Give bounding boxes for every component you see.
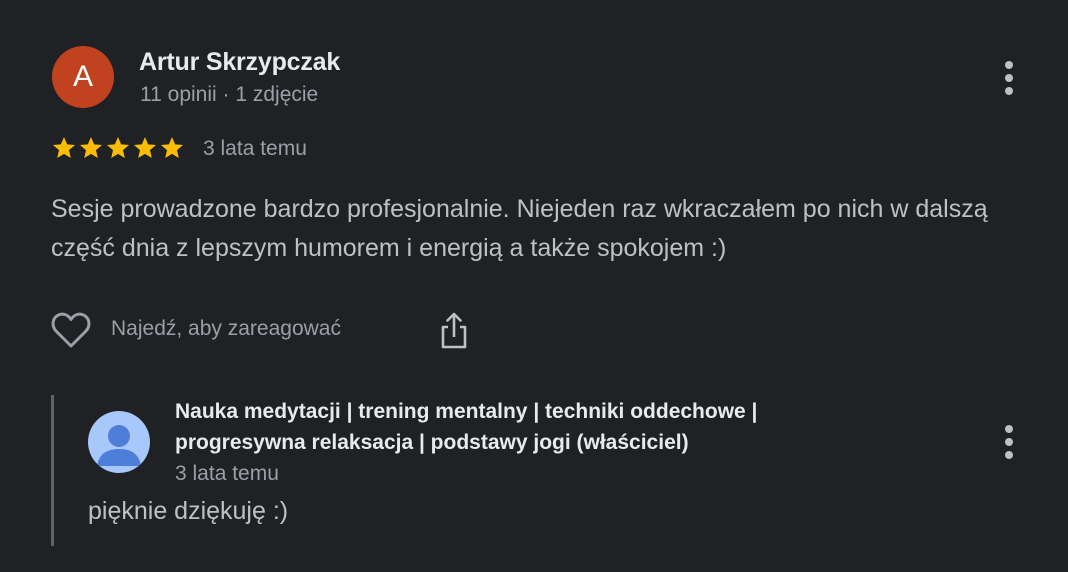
- reply-time: 3 lata temu: [175, 462, 279, 485]
- share-button[interactable]: [438, 310, 470, 350]
- reply-more-button[interactable]: [997, 422, 1021, 462]
- author-avatar[interactable]: A: [52, 46, 114, 108]
- reply-text: pięknie dziękuję :): [88, 497, 289, 525]
- star-icon: [78, 135, 104, 163]
- more-vert-icon: [1005, 425, 1013, 459]
- reply-divider: [51, 395, 54, 546]
- star-icon: [105, 135, 131, 163]
- owner-name: Nauka medytacji | trening mentalny | tec…: [175, 400, 758, 454]
- star-icon: [159, 135, 185, 163]
- review-card: A Artur Skrzypczak 11 opinii · 1 zdjęcie…: [0, 0, 1068, 572]
- author-meta: 11 opinii · 1 zdjęcie: [140, 83, 319, 106]
- react-hint: Najedź, aby zareagować: [111, 317, 341, 340]
- owner-avatar: [88, 411, 150, 473]
- author-name[interactable]: Artur Skrzypczak: [139, 48, 340, 77]
- more-vert-icon: [1005, 61, 1013, 95]
- review-more-button[interactable]: [997, 58, 1021, 98]
- heart-outline-icon: [51, 312, 91, 348]
- star-icon: [51, 135, 77, 163]
- review-text: Sesje prowadzone bardzo profesjonalnie. …: [51, 195, 988, 262]
- star-icon: [132, 135, 158, 163]
- like-button[interactable]: [50, 311, 92, 349]
- person-icon: [97, 425, 141, 466]
- share-icon: [441, 312, 467, 349]
- star-rating: [51, 135, 185, 163]
- review-time: 3 lata temu: [203, 137, 307, 160]
